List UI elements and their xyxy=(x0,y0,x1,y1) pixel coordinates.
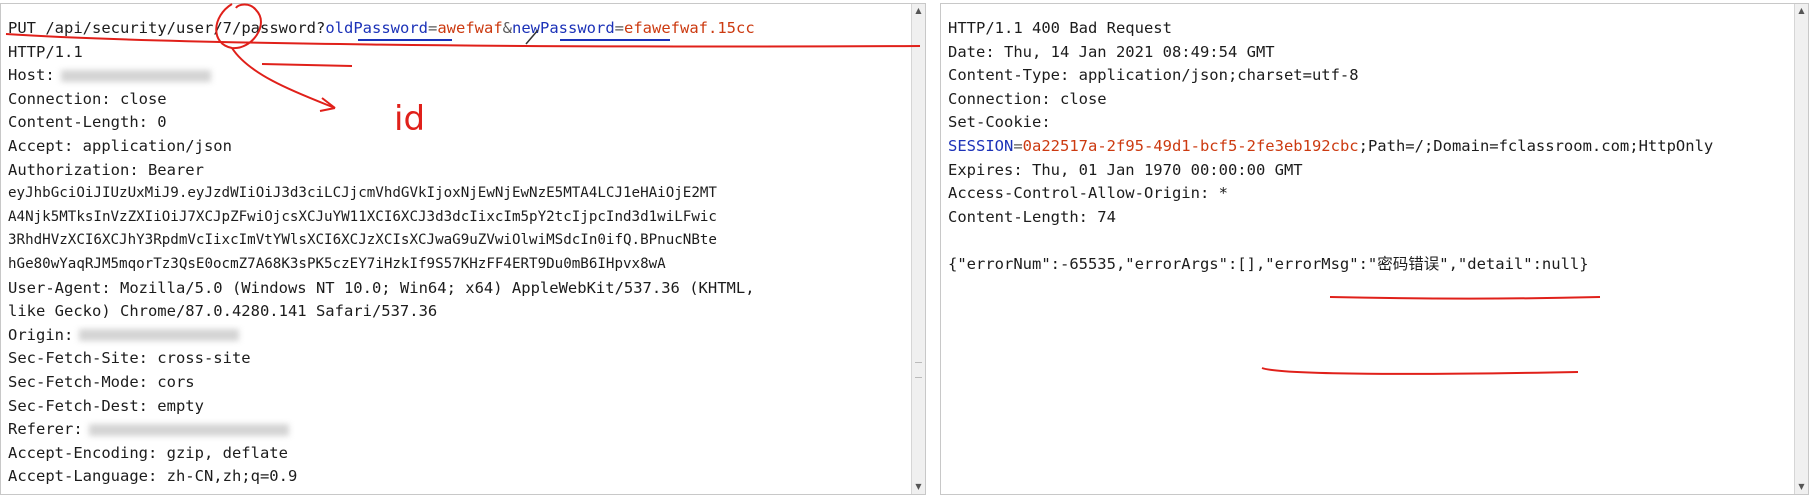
token-line: eyJhbGciOiJIUzUxMiJ9.eyJzdWIiOiJ3d3ciLCJ… xyxy=(8,185,717,202)
param-oldpassword-name: oldPassword xyxy=(325,19,428,37)
response-body: {"errorNum":-65535,"errorArgs":[],"error… xyxy=(948,254,1589,273)
referer-header: Referer: xyxy=(8,418,905,442)
scroll-down-icon[interactable]: ▼ xyxy=(912,480,925,494)
redacted-referer xyxy=(88,423,289,436)
param-newpassword-name: newPassword xyxy=(512,19,615,37)
origin-label: Origin: xyxy=(8,325,74,344)
request-text[interactable]: PUT /api/security/user/7/password?oldPas… xyxy=(8,17,905,489)
protocol-line: HTTP/1.1 xyxy=(8,42,83,61)
content-length-header: Content-Length: 0 xyxy=(8,113,167,132)
param-equals: = xyxy=(614,19,624,37)
scroll-grip[interactable] xyxy=(915,362,922,378)
host-header: Host: xyxy=(8,64,905,88)
session-value: 0a22517a-2f95-49d1-bcf5-2fe3eb192cbc xyxy=(1022,136,1359,155)
http-method: PUT xyxy=(8,19,36,37)
param-equals: = xyxy=(427,19,438,37)
response-viewer-pane[interactable]: HTTP/1.1 400 Bad Request Date: Thu, 14 J… xyxy=(940,3,1809,495)
param-oldpassword-value: awefwaf xyxy=(437,19,503,37)
status-line: HTTP/1.1 400 Bad Request xyxy=(948,19,1172,37)
sec-fetch-dest-header: Sec-Fetch-Dest: empty xyxy=(8,396,204,415)
param-newpassword-value: efawefwaf.15cc xyxy=(624,19,755,37)
session-equals: = xyxy=(1013,136,1023,155)
param-separator: & xyxy=(502,19,512,37)
referer-label: Referer: xyxy=(8,420,83,439)
expires-header: Expires: Thu, 01 Jan 1970 00:00:00 GMT xyxy=(948,160,1303,179)
connection-header: Connection: close xyxy=(8,89,167,108)
session-attributes: ;Path=/;Domain=fclassroom.com;HttpOnly xyxy=(1358,136,1714,155)
connection-header: Connection: close xyxy=(948,89,1107,108)
content-type-header: Content-Type: application/json;charset=u… xyxy=(948,66,1359,85)
scroll-up-icon[interactable]: ▲ xyxy=(912,4,925,18)
scroll-down-icon[interactable]: ▼ xyxy=(1795,480,1808,494)
request-line: PUT /api/security/user/7/password?oldPas… xyxy=(8,17,905,41)
request-editor-pane[interactable]: PUT /api/security/user/7/password?oldPas… xyxy=(0,3,926,495)
accept-language-header: Accept-Language: zh-CN,zh;q=0.9 xyxy=(8,467,298,486)
session-key: SESSION xyxy=(948,136,1014,155)
session-cookie-line: SESSION=0a22517a-2f95-49d1-bcf5-2fe3eb19… xyxy=(948,135,1788,159)
token-line: hGe80wYaqRJM5mqorTz3QsE0ocmZ7A68K3sPK5cz… xyxy=(8,255,666,272)
acao-header: Access-Control-Allow-Origin: * xyxy=(948,184,1228,203)
user-agent-continuation: like Gecko) Chrome/87.0.4280.141 Safari/… xyxy=(8,302,438,321)
user-agent-header: User-Agent: Mozilla/5.0 (Windows NT 10.0… xyxy=(8,278,755,297)
path-segment: /api/security/user/ xyxy=(45,19,223,37)
token-line: A4Njk5MTksInVzZXIiOiJ7XCJpZFwiOjcsXCJuYW… xyxy=(8,208,717,225)
request-scrollbar[interactable]: ▲ ▼ xyxy=(911,4,925,494)
redacted-origin xyxy=(79,329,240,342)
user-id: 7 xyxy=(222,19,232,37)
redacted-host xyxy=(60,69,211,82)
response-scrollbar[interactable]: ▲ ▼ xyxy=(1794,4,1808,494)
authorization-header: Authorization: Bearer xyxy=(8,160,204,179)
token-line: 3RhdHVzXCI6XCJhY3RpdmVcIixcImVtYWlsXCI6X… xyxy=(8,232,717,249)
origin-header: Origin: xyxy=(8,324,905,348)
scroll-up-icon[interactable]: ▲ xyxy=(1795,4,1808,18)
path-segment-password: /password? xyxy=(232,19,326,37)
host-label: Host: xyxy=(8,66,55,85)
sec-fetch-site-header: Sec-Fetch-Site: cross-site xyxy=(8,349,251,368)
date-header: Date: Thu, 14 Jan 2021 08:49:54 GMT xyxy=(948,42,1275,61)
accept-encoding-header: Accept-Encoding: gzip, deflate xyxy=(8,443,288,462)
accept-header: Accept: application/json xyxy=(8,136,232,155)
response-text[interactable]: HTTP/1.1 400 Bad Request Date: Thu, 14 J… xyxy=(948,17,1788,277)
set-cookie-header: Set-Cookie: xyxy=(948,113,1051,132)
content-length-header: Content-Length: 74 xyxy=(948,207,1116,226)
sec-fetch-mode-header: Sec-Fetch-Mode: cors xyxy=(8,372,195,391)
